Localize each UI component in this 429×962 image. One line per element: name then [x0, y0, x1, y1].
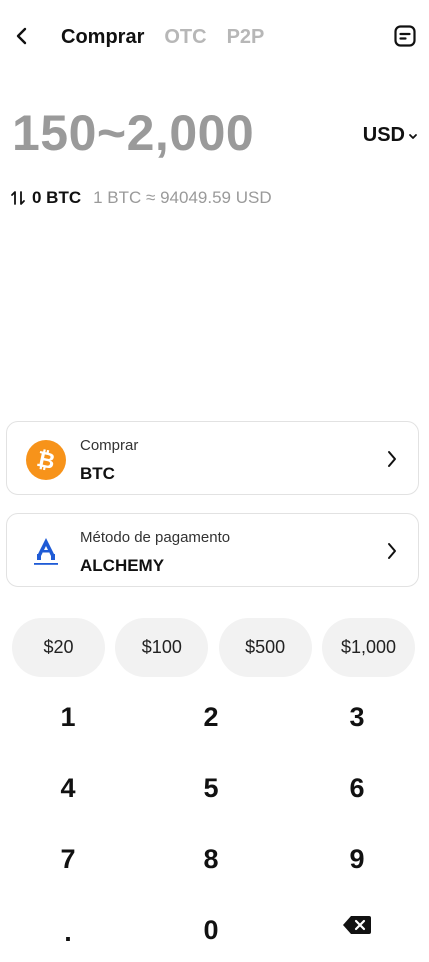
exchange-rate: 1 BTC ≈ 94049.59 USD	[93, 188, 272, 207]
quick-amount-row: $20 $100 $500 $1,000	[12, 618, 415, 677]
key-5[interactable]: 5	[151, 758, 271, 818]
key-3[interactable]: 3	[297, 687, 417, 747]
amount-range: 150~2,000	[12, 105, 255, 161]
conversion-row: 0 BTC 1 BTC ≈ 94049.59 USD	[10, 188, 272, 208]
bitcoin-icon: ₿	[26, 440, 66, 480]
buy-label: Comprar	[80, 437, 139, 454]
key-decimal[interactable]: .	[8, 902, 128, 962]
amount-input-area[interactable]: 150~2,000 USD	[12, 104, 420, 168]
chevron-right-icon	[386, 449, 398, 474]
tab-p2p[interactable]: P2P	[227, 26, 265, 49]
key-7[interactable]: 7	[8, 829, 128, 889]
quick-amount-100[interactable]: $100	[115, 618, 209, 677]
key-8[interactable]: 8	[151, 829, 271, 889]
currency-label: USD	[362, 124, 405, 146]
alchemy-pay-logo	[26, 532, 66, 572]
numeric-keypad: 1 2 3 4 5 6 7 8 9 . 0	[0, 680, 429, 956]
key-9[interactable]: 9	[297, 829, 417, 889]
backspace-icon[interactable]	[297, 895, 417, 955]
tab-comprar[interactable]: Comprar	[61, 26, 144, 49]
key-2[interactable]: 2	[151, 687, 271, 747]
key-0[interactable]: 0	[151, 900, 271, 960]
payment-method-label: Método de pagamento	[80, 529, 231, 546]
key-1[interactable]: 1	[8, 687, 128, 747]
top-bar: Comprar OTC P2P	[0, 0, 429, 76]
buy-asset-card[interactable]: ₿ Comprar BTC	[6, 421, 419, 495]
tab-otc[interactable]: OTC	[164, 26, 206, 49]
payment-method-card[interactable]: Método de pagamento ALCHEMY	[6, 513, 419, 587]
trade-tabs: Comprar OTC P2P	[61, 26, 264, 49]
key-4[interactable]: 4	[8, 758, 128, 818]
orders-icon[interactable]	[391, 22, 419, 50]
swap-icon[interactable]	[10, 190, 26, 206]
quick-amount-1000[interactable]: $1,000	[321, 618, 415, 677]
quick-amount-500[interactable]: $500	[218, 618, 312, 677]
btc-amount: 0 BTC	[32, 188, 82, 207]
buy-asset-value: BTC	[80, 464, 115, 483]
payment-method-value: ALCHEMY	[80, 556, 165, 575]
chevron-down-icon	[408, 124, 418, 147]
chevron-right-icon	[386, 541, 398, 566]
currency-selector[interactable]: USD	[363, 124, 418, 147]
key-6[interactable]: 6	[297, 758, 417, 818]
back-arrow-icon[interactable]	[8, 22, 36, 50]
quick-amount-20[interactable]: $20	[12, 618, 105, 677]
